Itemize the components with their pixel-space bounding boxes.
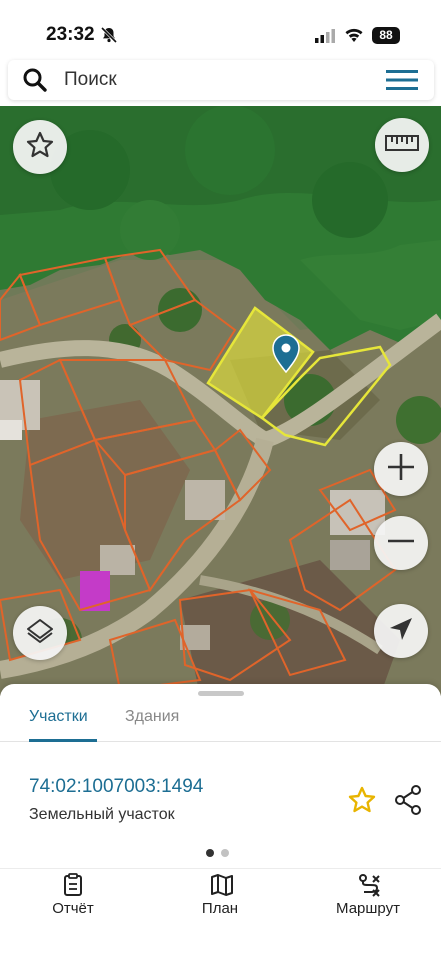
search-bar — [8, 60, 434, 100]
star-icon[interactable] — [347, 785, 377, 820]
nav-plan[interactable]: План — [165, 869, 275, 929]
tab-parcels[interactable]: Участки — [29, 704, 97, 742]
favorite-map-button[interactable] — [13, 120, 67, 174]
tab-buildings[interactable]: Здания — [125, 704, 179, 742]
sheet-tabs: Участки Здания — [0, 702, 441, 742]
cadastral-number[interactable]: 74:02:1007003:1494 — [29, 776, 203, 798]
ruler-icon — [385, 134, 419, 157]
nav-route-label: Маршрут — [336, 900, 400, 917]
bottom-nav: Отчёт План Маршрут — [0, 868, 441, 960]
nav-report-label: Отчёт — [52, 900, 94, 917]
pager-dot — [221, 849, 229, 857]
status-bar: 23:32 88 — [0, 0, 441, 60]
pager-dot-active — [206, 849, 214, 857]
share-icon[interactable] — [394, 785, 422, 820]
navigation-arrow-icon — [388, 616, 414, 647]
satellite-map — [0, 106, 441, 696]
parcel-type: Земельный участок — [29, 806, 175, 823]
menu-icon[interactable] — [386, 69, 418, 96]
minus-icon — [386, 526, 416, 561]
map-view[interactable] — [0, 106, 441, 696]
clipboard-icon — [63, 873, 83, 902]
pager-dots — [206, 844, 236, 862]
wifi-icon — [344, 27, 364, 48]
status-time: 23:32 — [46, 24, 95, 45]
layers-icon — [25, 616, 55, 651]
nav-plan-label: План — [201, 900, 239, 917]
layers-button[interactable] — [13, 606, 67, 660]
my-location-button[interactable] — [374, 604, 428, 658]
star-outline-icon — [25, 130, 55, 165]
bell-slash-icon — [100, 26, 118, 49]
zoom-in-button[interactable] — [374, 442, 428, 496]
parcel-card[interactable]: 74:02:1007003:1494 Земельный участок — [0, 754, 441, 854]
nav-route[interactable]: Маршрут — [313, 869, 423, 929]
measure-button[interactable] — [375, 118, 429, 172]
map-icon — [210, 873, 234, 902]
sheet-drag-handle[interactable] — [198, 691, 244, 696]
search-icon[interactable] — [22, 67, 48, 98]
plus-icon — [386, 452, 416, 487]
search-input[interactable] — [64, 68, 364, 92]
zoom-out-button[interactable] — [374, 516, 428, 570]
signal-icon — [314, 28, 336, 49]
route-icon — [358, 873, 382, 902]
battery-icon: 88 — [372, 27, 400, 44]
nav-report[interactable]: Отчёт — [18, 869, 128, 929]
